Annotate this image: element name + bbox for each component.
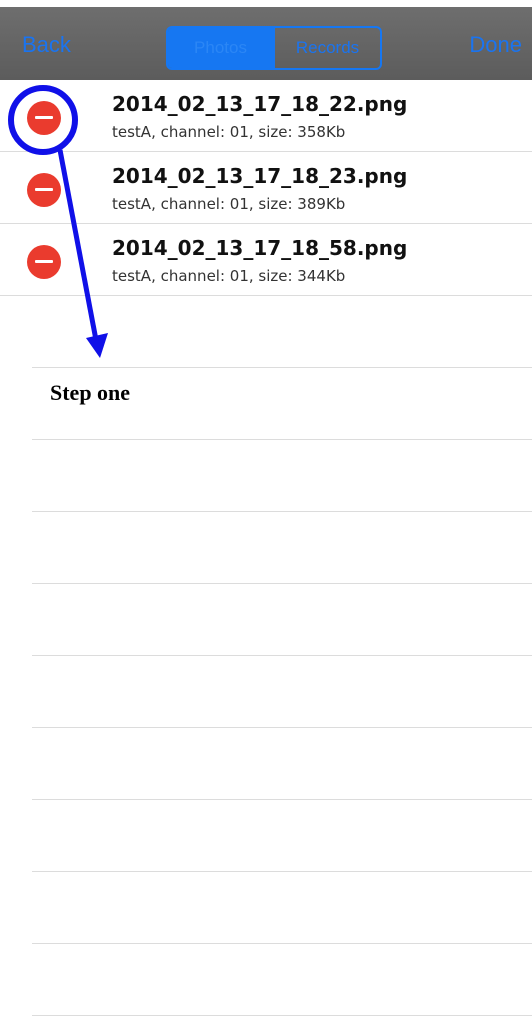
done-button[interactable]: Done [469, 34, 522, 56]
delete-minus-icon[interactable] [27, 173, 61, 207]
list-item[interactable]: 2014_02_13_17_18_58.png testA, channel: … [0, 224, 532, 296]
file-meta: testA, channel: 01, size: 389Kb [112, 195, 346, 213]
segment-photos[interactable]: Photos [168, 28, 273, 68]
empty-row [32, 872, 532, 944]
file-name: 2014_02_13_17_18_23.png [112, 164, 408, 188]
navigation-bar: Back Photos Records Done [0, 7, 532, 80]
empty-row [32, 656, 532, 728]
segment-records[interactable]: Records [273, 28, 380, 68]
list-item[interactable]: 2014_02_13_17_18_22.png testA, channel: … [0, 80, 532, 152]
back-button[interactable]: Back [22, 34, 71, 56]
empty-row [32, 944, 532, 1016]
file-meta: testA, channel: 01, size: 344Kb [112, 267, 346, 285]
empty-row [32, 728, 532, 800]
empty-row [32, 440, 532, 512]
file-meta: testA, channel: 01, size: 358Kb [112, 123, 346, 141]
delete-minus-icon[interactable] [27, 245, 61, 279]
empty-row [32, 512, 532, 584]
empty-row [32, 800, 532, 872]
segmented-control: Photos Records [166, 26, 382, 70]
file-name: 2014_02_13_17_18_22.png [112, 92, 408, 116]
empty-row [32, 584, 532, 656]
file-name: 2014_02_13_17_18_58.png [112, 236, 408, 260]
step-one-label: Step one [50, 380, 131, 405]
delete-minus-icon[interactable] [27, 101, 61, 135]
list-item[interactable]: 2014_02_13_17_18_23.png testA, channel: … [0, 152, 532, 224]
empty-row [32, 296, 532, 368]
file-list: 2014_02_13_17_18_22.png testA, channel: … [0, 80, 532, 1016]
